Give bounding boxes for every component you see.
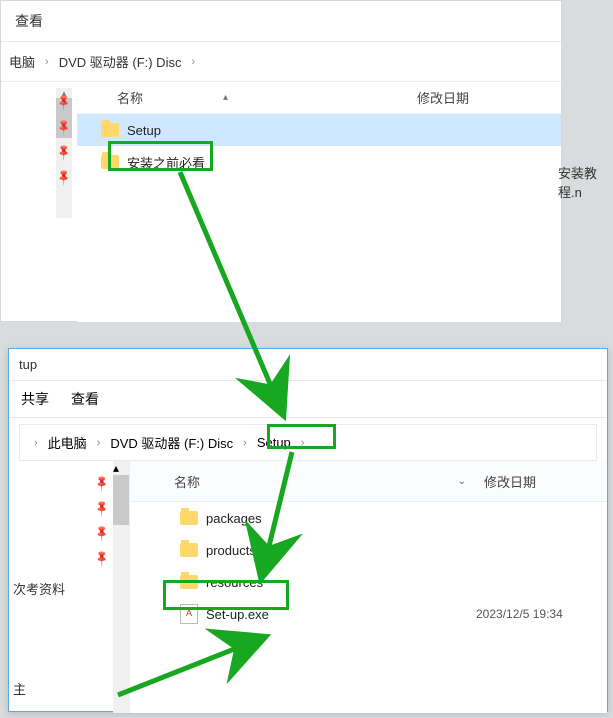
chevron-right-icon[interactable]: ›: [295, 437, 311, 449]
breadcrumb: 电脑 › DVD 驱动器 (F:) Disc ›: [1, 42, 561, 82]
title-bar: tup: [9, 349, 607, 381]
folder-icon: [180, 511, 198, 525]
list-item[interactable]: Setup: [77, 114, 561, 146]
file-name: resources: [206, 575, 476, 590]
sort-indicator-icon: ▴: [223, 92, 228, 103]
breadcrumb: › 此电脑 › DVD 驱动器 (F:) Disc › Setup ›: [19, 424, 597, 461]
quick-access-strip: ▴ 📌 📌 📌 📌: [1, 82, 77, 322]
exe-icon: A: [180, 604, 198, 624]
column-headers: 名称▴ 修改日期: [77, 82, 561, 114]
pin-icon[interactable]: 📌: [93, 524, 112, 543]
explorer-window-1: 查看 电脑 › DVD 驱动器 (F:) Disc › ▴ 📌 📌 📌 📌 名称…: [0, 0, 562, 322]
menu-view[interactable]: 查看: [15, 13, 43, 29]
crumb-drive[interactable]: DVD 驱动器 (F:) Disc: [106, 431, 237, 454]
scroll-up-icon[interactable]: ▴: [113, 461, 129, 475]
chevron-right-icon[interactable]: ›: [91, 437, 107, 449]
list-item[interactable]: A Set-up.exe 2023/12/5 19:34: [130, 598, 607, 630]
tab-view[interactable]: 查看: [71, 389, 99, 409]
explorer-window-2: tup 共享 查看 › 此电脑 › DVD 驱动器 (F:) Disc › Se…: [8, 348, 608, 712]
nav-item[interactable]: 次考资料: [13, 579, 65, 598]
column-date[interactable]: 修改日期: [484, 472, 607, 491]
folder-icon: [101, 155, 119, 169]
crumb-drive[interactable]: DVD 驱动器 (F:) Disc: [55, 50, 186, 73]
menu-bar: 查看: [1, 1, 561, 42]
file-name: Set-up.exe: [206, 607, 476, 622]
window-title-fragment: tup: [19, 357, 37, 372]
crumb-folder[interactable]: Setup: [253, 433, 295, 452]
chevron-right-icon[interactable]: ›: [39, 56, 55, 68]
file-name: products: [206, 543, 476, 558]
column-name[interactable]: 名称▴: [117, 88, 417, 107]
ribbon-tabs: 共享 查看: [9, 381, 607, 418]
chevron-right-icon[interactable]: ›: [185, 56, 201, 68]
pin-icon[interactable]: 📌: [93, 474, 112, 493]
list-item[interactable]: resources: [130, 566, 607, 598]
crumb-pc[interactable]: 此电脑: [44, 431, 91, 454]
tab-share[interactable]: 共享: [21, 389, 49, 409]
list-item[interactable]: packages: [130, 502, 607, 534]
file-name: packages: [206, 511, 476, 526]
file-list-area: 名称⌄ 修改日期 packages products resources A S…: [130, 461, 607, 713]
file-date: 2023/12/5 19:34: [476, 607, 607, 621]
file-name: 安装之前必看: [127, 153, 407, 172]
file-list-area: 名称▴ 修改日期 Setup 安装之前必看: [77, 82, 561, 322]
nav-pane: 📌 📌 📌 📌 ▴ 次考资料 主: [9, 461, 130, 713]
file-name: Setup: [127, 123, 407, 138]
scroll-thumb[interactable]: [113, 475, 129, 525]
clipped-text: 安装教程.n: [558, 163, 613, 201]
scrollbar[interactable]: ▴: [113, 461, 129, 713]
nav-item[interactable]: 主: [13, 679, 26, 698]
chevron-right-icon[interactable]: ›: [237, 437, 253, 449]
column-date[interactable]: 修改日期: [417, 88, 561, 107]
pin-icon[interactable]: 📌: [93, 499, 112, 518]
folder-icon: [180, 543, 198, 557]
folder-icon: [101, 123, 119, 137]
crumb-pc[interactable]: 电脑: [5, 50, 39, 73]
chevron-right-icon[interactable]: ›: [28, 437, 44, 449]
list-item[interactable]: products: [130, 534, 607, 566]
column-headers: 名称⌄ 修改日期: [130, 461, 607, 502]
folder-icon: [180, 575, 198, 589]
column-name[interactable]: 名称⌄: [174, 472, 484, 491]
dropdown-icon[interactable]: ⌄: [458, 476, 466, 487]
pin-icon[interactable]: 📌: [93, 549, 112, 568]
list-item[interactable]: 安装之前必看: [77, 146, 561, 178]
